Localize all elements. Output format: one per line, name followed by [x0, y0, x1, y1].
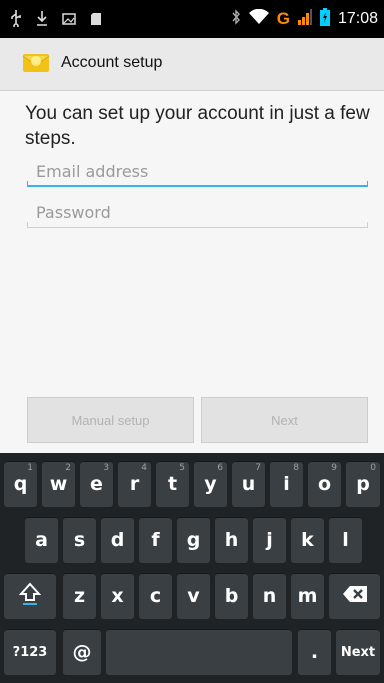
soft-keyboard: q1 w2 e3 r4 t5 y6 u7 i8 o9 p0 a s d f g … — [0, 453, 384, 683]
password-field-tick-left — [27, 222, 28, 228]
key-label: o — [317, 473, 332, 495]
keyboard-row-3: z x c v b n m — [0, 573, 384, 619]
key-m[interactable]: m — [291, 573, 324, 619]
password-field-container — [27, 198, 368, 228]
key-hint: 8 — [293, 463, 299, 473]
setup-intro-text: You can set up your account in just a fe… — [25, 103, 370, 149]
battery-icon — [319, 8, 330, 30]
key-v[interactable]: v — [177, 573, 210, 619]
signal-icon — [297, 9, 312, 29]
key-k[interactable]: k — [291, 517, 324, 563]
keyboard-row-2: a s d f g h j k l — [0, 517, 384, 563]
screen: G 17:08 Account setup You can set up you… — [0, 0, 384, 683]
key-label: i — [283, 473, 290, 495]
key-i[interactable]: i8 — [270, 461, 303, 507]
period-key[interactable]: . — [298, 629, 331, 675]
network-type: G — [276, 9, 290, 28]
key-s[interactable]: s — [63, 517, 96, 563]
key-c[interactable]: c — [139, 573, 172, 619]
key-g[interactable]: g — [177, 517, 210, 563]
key-n[interactable]: n — [253, 573, 286, 619]
keyboard-row-1: q1 w2 e3 r4 t5 y6 u7 i8 o9 p0 — [0, 461, 384, 507]
key-j[interactable]: j — [253, 517, 286, 563]
key-w[interactable]: w2 — [42, 461, 75, 507]
system-icons: G 17:08 — [231, 8, 378, 30]
key-t[interactable]: t5 — [156, 461, 189, 507]
key-y[interactable]: y6 — [194, 461, 227, 507]
next-button[interactable]: Next — [201, 397, 368, 443]
email-field-underline — [27, 185, 368, 187]
key-label: y — [204, 473, 217, 495]
key-o[interactable]: o9 — [308, 461, 341, 507]
key-label: r — [129, 473, 140, 495]
key-h[interactable]: h — [215, 517, 248, 563]
password-field[interactable] — [27, 198, 368, 226]
key-hint: 5 — [179, 463, 185, 473]
at-key[interactable]: @ — [63, 629, 101, 675]
key-label: t — [167, 473, 178, 495]
key-b[interactable]: b — [215, 573, 248, 619]
manual-setup-button[interactable]: Manual setup — [27, 397, 194, 443]
download-icon — [36, 9, 48, 31]
email-field-tick-right — [367, 181, 368, 187]
key-q[interactable]: q1 — [4, 461, 37, 507]
password-field-tick-right — [367, 222, 368, 228]
key-hint: 1 — [27, 463, 33, 473]
key-r[interactable]: r4 — [118, 461, 151, 507]
password-field-underline — [27, 227, 368, 228]
key-label: e — [90, 473, 103, 495]
image-icon — [62, 11, 76, 30]
email-field[interactable] — [27, 157, 368, 185]
key-label: q — [13, 473, 28, 495]
wifi-icon — [248, 8, 269, 29]
shift-key[interactable] — [4, 573, 56, 619]
key-label: u — [241, 473, 256, 495]
space-key[interactable] — [106, 629, 292, 675]
backspace-key[interactable] — [329, 573, 380, 619]
key-l[interactable]: l — [329, 517, 362, 563]
keyboard-row-4: ?123 @ . Next — [0, 629, 384, 675]
key-hint: 3 — [103, 463, 109, 473]
status-bar: G 17:08 — [0, 0, 384, 38]
key-label: w — [49, 473, 68, 495]
key-hint: 9 — [331, 463, 337, 473]
email-field-tick-left — [27, 181, 28, 187]
next-key[interactable]: Next — [336, 629, 380, 675]
key-label: p — [356, 473, 370, 495]
sd-card-icon — [90, 11, 102, 30]
key-d[interactable]: d — [101, 517, 134, 563]
page-title: Account setup — [61, 54, 163, 71]
bluetooth-icon — [231, 9, 241, 29]
key-a[interactable]: a — [25, 517, 58, 563]
notification-icons — [10, 9, 102, 31]
key-hint: 2 — [65, 463, 71, 473]
symbols-key[interactable]: ?123 — [4, 629, 56, 675]
email-field-container — [27, 157, 368, 187]
key-e[interactable]: e3 — [80, 461, 113, 507]
usb-icon — [10, 9, 22, 31]
key-p[interactable]: p0 — [346, 461, 380, 507]
backspace-icon — [342, 585, 368, 608]
action-bar: Account setup — [0, 38, 384, 91]
key-f[interactable]: f — [139, 517, 172, 563]
key-hint: 6 — [217, 463, 223, 473]
shift-icon — [18, 582, 42, 611]
key-hint: 7 — [255, 463, 261, 473]
key-x[interactable]: x — [101, 573, 134, 619]
setup-form: You can set up your account in just a fe… — [0, 91, 384, 453]
key-hint: 4 — [141, 463, 147, 473]
email-app-icon[interactable] — [22, 52, 50, 74]
key-z[interactable]: z — [63, 573, 96, 619]
key-hint: 0 — [370, 463, 376, 473]
status-time: 17:08 — [337, 10, 378, 27]
key-u[interactable]: u7 — [232, 461, 265, 507]
